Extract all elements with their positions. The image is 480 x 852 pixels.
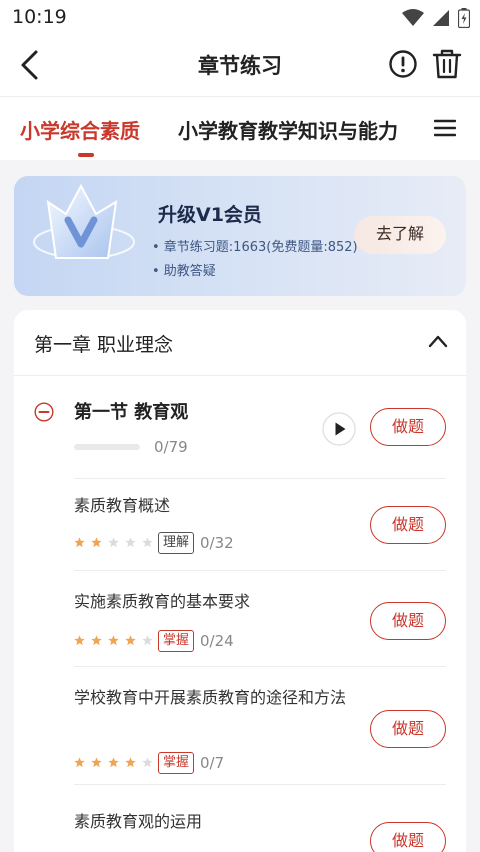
trash-icon[interactable] xyxy=(432,48,462,80)
vip-crown-icon xyxy=(33,183,135,259)
info-icon[interactable] xyxy=(388,49,418,79)
star-icon xyxy=(91,635,102,646)
vip-title: 升级V1会员 xyxy=(158,204,262,226)
section-progress-count: 0/79 xyxy=(154,438,188,456)
item-title: 素质教育观的运用 xyxy=(74,812,203,831)
chevron-up-icon[interactable] xyxy=(428,334,448,348)
star-icon xyxy=(91,537,102,548)
learn-more-button[interactable]: 去了解 xyxy=(354,216,446,254)
tab-primary-comprehensive[interactable]: 小学综合素质 xyxy=(20,115,140,144)
nav-bar: 章节练习 xyxy=(0,34,480,96)
list-item: 实施素质教育的基本要求 掌握 0/24 做题 xyxy=(14,570,466,668)
item-title: 学校教育中开展素质教育的途径和方法 xyxy=(74,688,347,707)
status-icons xyxy=(402,8,470,28)
chapter-title: 第一章 职业理念 xyxy=(34,334,174,356)
subject-tabs: 小学综合素质 小学教育教学知识与能力 xyxy=(0,96,480,160)
star-icon xyxy=(125,757,136,768)
star-icon xyxy=(108,537,119,548)
practice-button[interactable]: 做题 xyxy=(370,710,446,748)
star-icon xyxy=(74,635,85,646)
tab-indicator xyxy=(78,153,94,157)
divider xyxy=(74,570,446,571)
signal-icon xyxy=(433,10,449,26)
item-progress-count: 0/24 xyxy=(200,632,234,650)
star-icon xyxy=(125,635,136,646)
practice-button[interactable]: 做题 xyxy=(370,822,446,852)
difficulty-stars xyxy=(74,757,153,768)
practice-button[interactable]: 做题 xyxy=(370,408,446,446)
item-progress-count: 0/32 xyxy=(200,534,234,552)
vip-feature-questions: • 章节练习题:1663(免费题量:852) xyxy=(152,240,358,255)
section-progress-bar xyxy=(74,444,140,450)
star-icon xyxy=(74,537,85,548)
list-item: 素质教育观的运用 做题 xyxy=(14,784,466,852)
level-tag: 理解 xyxy=(158,532,195,554)
chapter-card: 第一章 职业理念 第一节 教育观 0/79 做题 素质教育概述 理解 0/32 xyxy=(14,310,466,852)
divider xyxy=(74,666,446,667)
difficulty-stars xyxy=(74,537,153,548)
list-item: 素质教育概述 理解 0/32 做题 xyxy=(14,478,466,576)
level-tag: 掌握 xyxy=(158,630,195,652)
star-icon xyxy=(142,537,153,548)
vip-feature-tutor: • 助教答疑 xyxy=(152,264,216,279)
play-icon[interactable] xyxy=(322,412,356,446)
status-bar: 10:19 xyxy=(0,0,480,34)
status-time: 10:19 xyxy=(12,6,67,28)
item-title: 实施素质教育的基本要求 xyxy=(74,592,251,611)
star-icon xyxy=(125,537,136,548)
menu-icon[interactable] xyxy=(434,119,456,137)
star-icon xyxy=(74,757,85,768)
divider xyxy=(74,784,446,785)
item-progress-count: 0/7 xyxy=(200,754,225,772)
practice-button[interactable]: 做题 xyxy=(370,506,446,544)
item-title: 素质教育概述 xyxy=(74,496,171,515)
star-icon xyxy=(108,635,119,646)
star-icon xyxy=(91,757,102,768)
level-tag: 掌握 xyxy=(158,752,195,774)
battery-icon xyxy=(458,8,470,28)
list-item: 学校教育中开展素质教育的途径和方法 掌握 0/7 做题 xyxy=(14,666,466,786)
star-icon xyxy=(108,757,119,768)
section-title: 第一节 教育观 xyxy=(74,402,189,423)
star-icon xyxy=(142,635,153,646)
section-row: 第一节 教育观 0/79 做题 xyxy=(14,376,466,480)
tab-primary-teaching-knowledge[interactable]: 小学教育教学知识与能力 xyxy=(178,115,398,144)
chapter-header[interactable]: 第一章 职业理念 xyxy=(14,310,466,376)
star-icon xyxy=(142,757,153,768)
collapse-minus-icon[interactable] xyxy=(34,402,54,422)
difficulty-stars xyxy=(74,635,153,646)
practice-button[interactable]: 做题 xyxy=(370,602,446,640)
divider xyxy=(74,478,446,479)
wifi-icon xyxy=(402,9,424,26)
vip-banner[interactable]: 升级V1会员 • 章节练习题:1663(免费题量:852) • 助教答疑 去了解 xyxy=(14,176,466,296)
